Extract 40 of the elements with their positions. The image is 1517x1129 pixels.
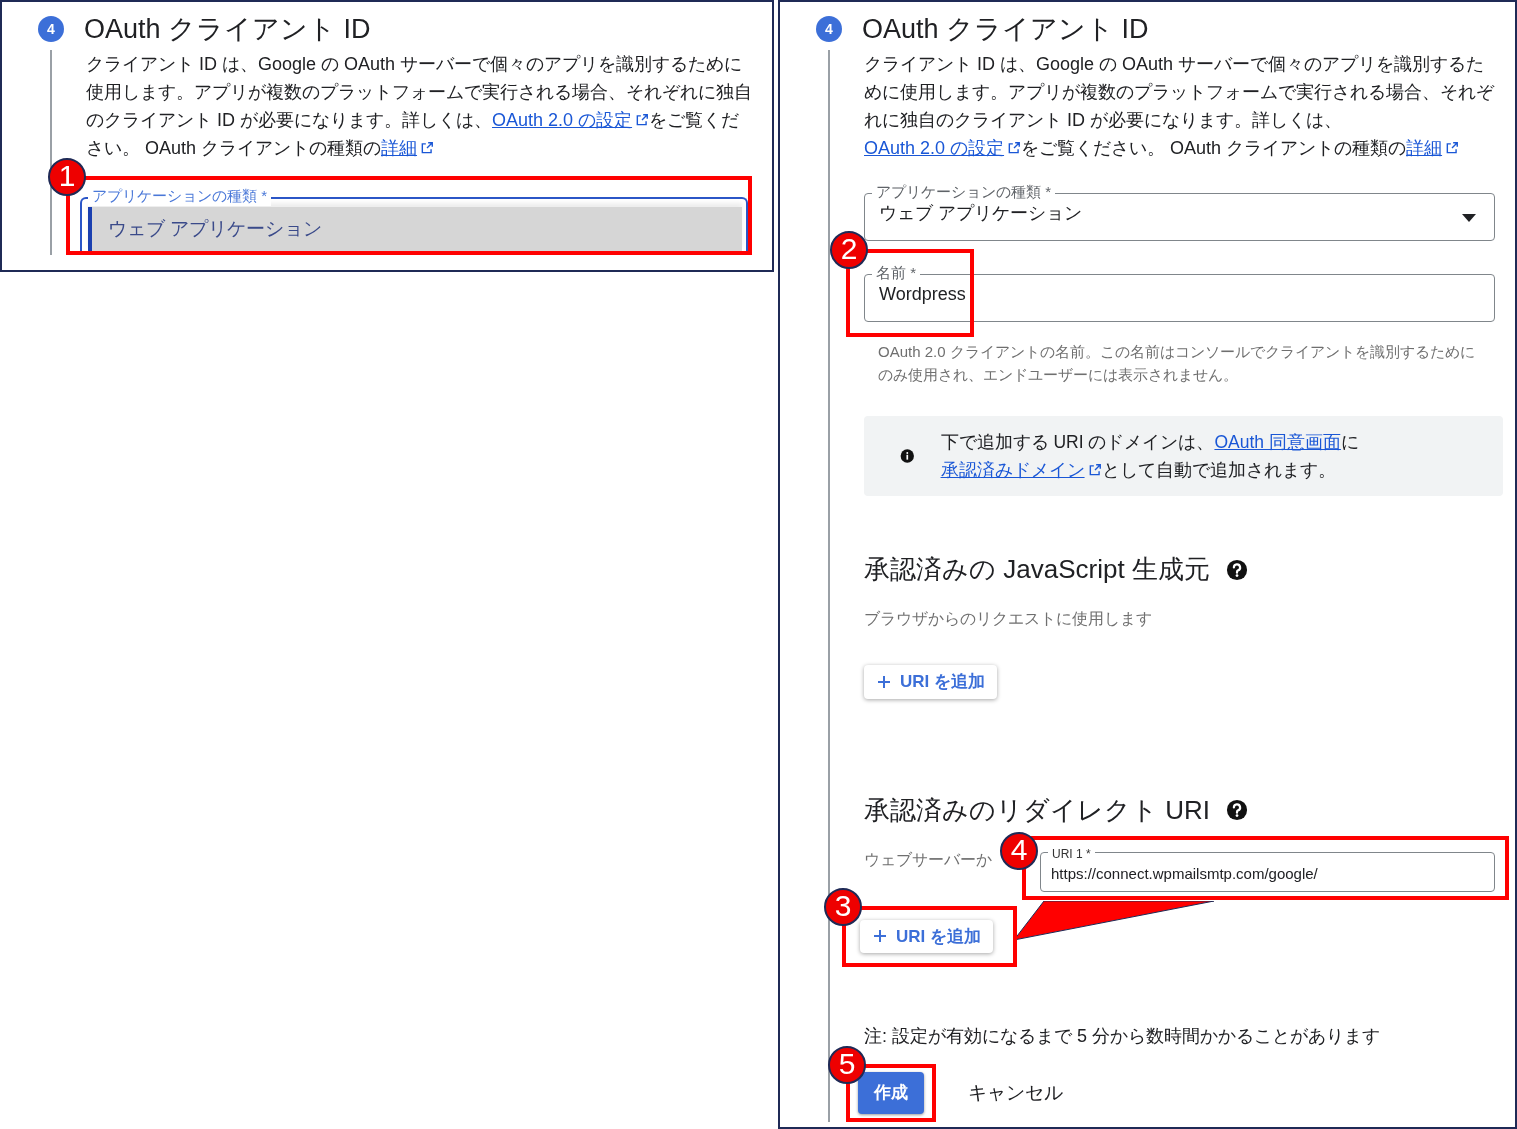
create-button[interactable]: 作成 — [858, 1072, 924, 1114]
field-value: https://connect.wpmailsmtp.com/google/ — [1051, 864, 1318, 882]
help-link[interactable]: 詳細 — [381, 138, 418, 158]
note-text: 注: 設定が有効になるまで 5 分から数時間かかることがあります — [864, 1025, 1381, 1048]
annotation-number: 5 — [828, 1046, 866, 1084]
plus-icon — [872, 928, 888, 945]
section-title: OAuth クライアント ID — [84, 12, 371, 46]
section-description: ブラウザからのリクエストに使用します — [864, 609, 1152, 629]
dropdown-caret-icon — [1462, 214, 1476, 222]
cancel-button[interactable]: キャンセル — [952, 1070, 1079, 1115]
description-text: クライアント ID は、Google の OAuth サーバーで個々のアプリを識別するために使用します。アプリが複数のプラットフォームで実行される場合、それぞれに独自のクライアント ID が必要になります。詳しくは、 OAuth 2.0 の設定 をご覧ください。 OAuth クライアントの種類の詳細 — [864, 53, 1495, 160]
description-text: クライアント ID は、Google の OAuth サーバーで個々のアプリを識別するために使用します。アプリが複数のプラットフォームで実行される場合、それぞれに独自のクライアント ID が必要になります。詳しくは、OAuth 2.0 の設定 をご覧ください。 OAuth クライアントの種類の詳細 — [86, 53, 752, 160]
help-icon — [1225, 558, 1248, 581]
help-icon — [1226, 799, 1248, 821]
annotation-number: 3 — [824, 887, 862, 926]
step-number-badge: 4 — [38, 16, 64, 42]
help-link[interactable]: OAuth 2.0 の設定 — [864, 138, 1005, 158]
help-link[interactable]: 詳細 — [1406, 138, 1443, 158]
add-uri-button[interactable]: URI を追加 — [860, 919, 993, 953]
section-heading: 承認済みの JavaScript 生成元 — [864, 553, 1210, 586]
annotation-number: 1 — [48, 158, 86, 196]
add-uri-button[interactable]: URI を追加 — [864, 665, 997, 699]
help-link[interactable]: OAuth 同意画面 — [1214, 432, 1341, 452]
plus-icon — [876, 673, 892, 690]
section-heading: 承認済みのリダイレクト URI — [864, 793, 1210, 827]
help-link[interactable]: 承認済みドメイン — [940, 460, 1085, 480]
section-title: OAuth クライアント ID — [862, 12, 1149, 46]
field-hint: OAuth 2.0 クライアントの名前。この名前はコンソールでクライアントを識別するためにのみ使用され、エンドユーザーには表示されません。 — [877, 342, 1476, 385]
annotation-number: 2 — [830, 231, 868, 269]
annotation-number: 4 — [1000, 831, 1038, 870]
info-text: 下で追加する URI のドメインは、OAuth 同意画面に 承認済みドメイン として自動で追加されます。 — [940, 431, 1360, 482]
field-label: 名前 * — [872, 263, 920, 283]
dropdown-option[interactable]: ウェブ アプリケーション — [88, 207, 742, 251]
help-link[interactable]: OAuth 2.0 の設定 — [492, 110, 633, 130]
field-value: ウェブ アプリケーション — [879, 203, 1082, 223]
field-label: アプリケーションの種類 * — [88, 186, 271, 206]
section-description: ウェブサーバーか — [864, 849, 992, 870]
field-label: アプリケーションの種類 * — [872, 182, 1055, 202]
step-number-badge: 4 — [816, 16, 842, 42]
field-value: Wordpress — [879, 284, 966, 304]
